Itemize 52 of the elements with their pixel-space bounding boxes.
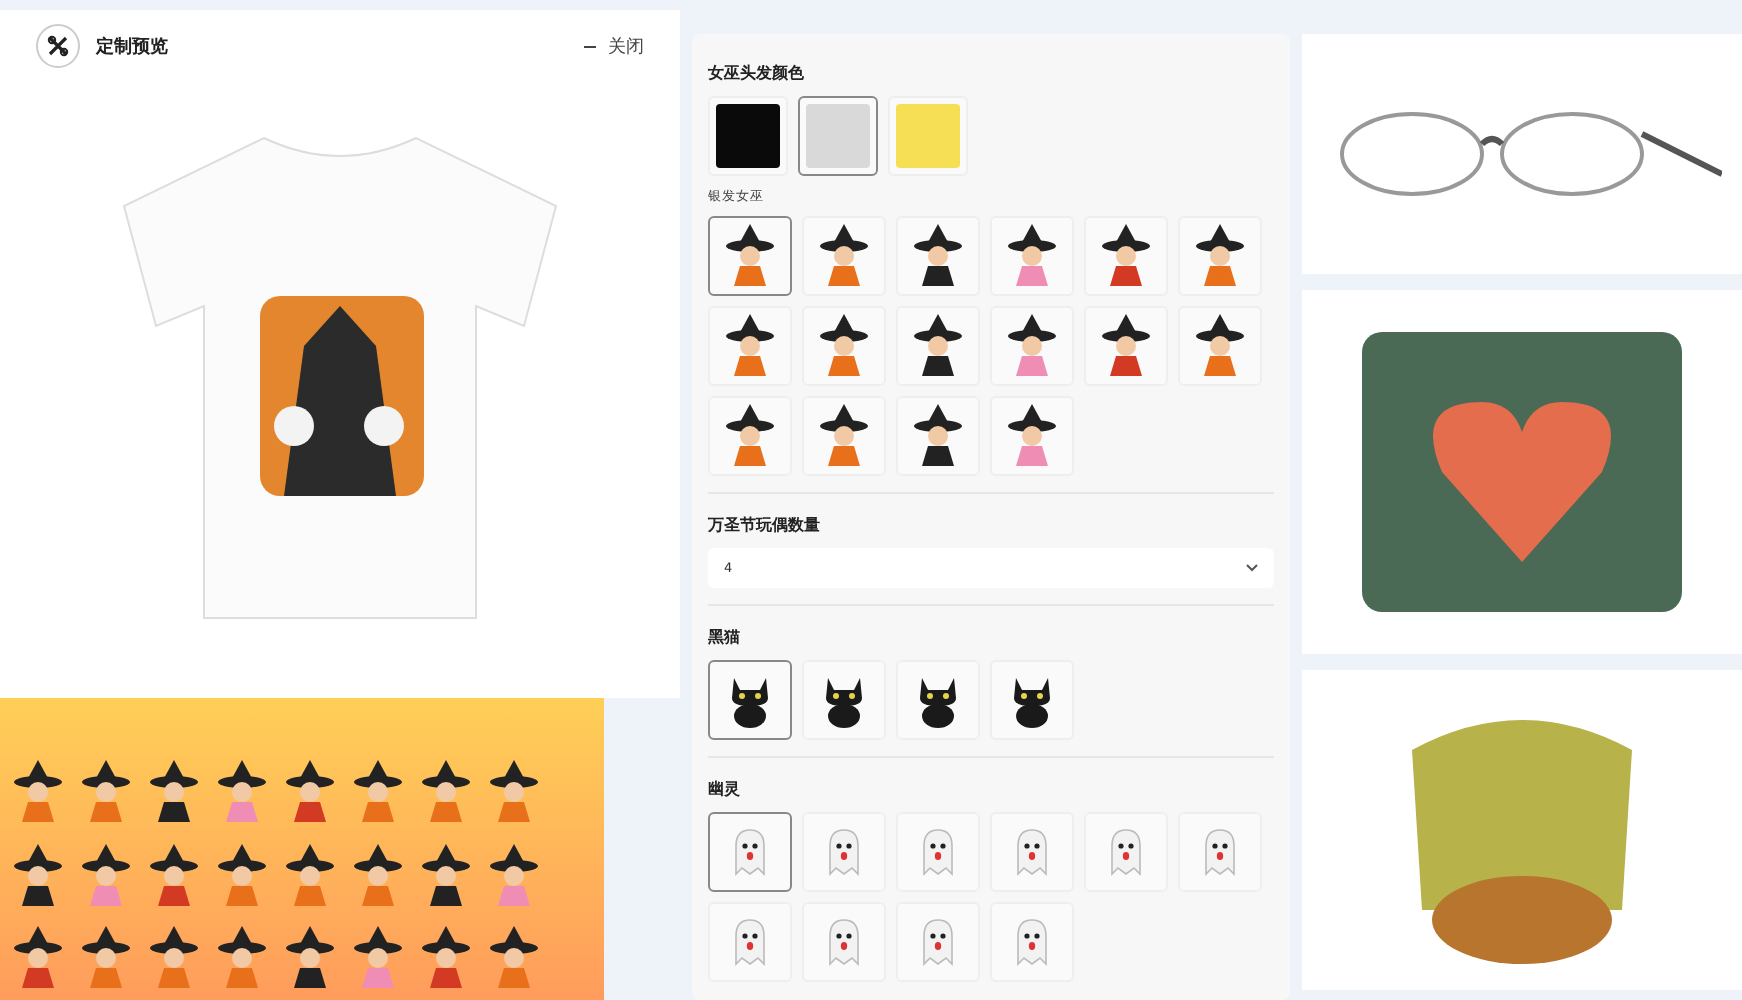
witch-icon [76,841,136,910]
witch-icon [8,841,68,910]
witch-icon [814,312,874,380]
witch-icon [720,222,780,290]
section-title: 幽灵 [708,778,742,800]
witch-icon [144,841,204,910]
witch-icon [484,841,544,910]
logo-icon [36,24,80,68]
witch-icon [348,924,408,993]
witch-icon [280,924,340,993]
witch-icon [720,402,780,470]
witch-icon [1190,222,1250,290]
section-title: 万圣节玩偶数量 [708,514,822,536]
witch-icon [416,841,476,910]
witch-icon [76,758,136,826]
witch-icon [814,402,874,470]
witch-icon [484,924,544,993]
witch-icon [1096,222,1156,290]
option-tile[interactable] [708,660,792,740]
witch-icon [908,312,968,380]
witch-icon [280,841,340,910]
close-button[interactable]: 关闭 [584,33,644,59]
witch-icon [1002,222,1062,290]
witch-icon [144,924,204,993]
witch-icon [212,758,272,826]
witch-icon [8,924,68,993]
witch-icon [1096,312,1156,380]
witch-icon [908,222,968,290]
witch-icon [212,841,272,910]
witch-icon [1002,402,1062,470]
witch-icon [280,758,340,826]
witch-icon [76,924,136,993]
section-title: 女巫头发颜色 [708,62,806,84]
witch-icon [814,222,874,290]
color-swatch[interactable] [798,96,878,176]
section-title: 黑猫 [708,626,742,648]
witch-icon [720,312,780,380]
option-tile[interactable] [708,216,792,296]
witch-icon [144,758,204,826]
header-title: 定制预览 [96,34,170,59]
witch-icon [212,924,272,993]
witch-icon [348,841,408,910]
witch-icon [1190,312,1250,380]
witch-icon [484,758,544,826]
chevron-down-icon [1246,564,1258,572]
witch-icon [416,758,476,826]
option-tile[interactable] [708,812,792,892]
witch-icon [348,758,408,826]
witch-icon [1002,312,1062,380]
witch-icon [416,924,476,993]
witch-icon [8,758,68,826]
witch-icon [908,402,968,470]
